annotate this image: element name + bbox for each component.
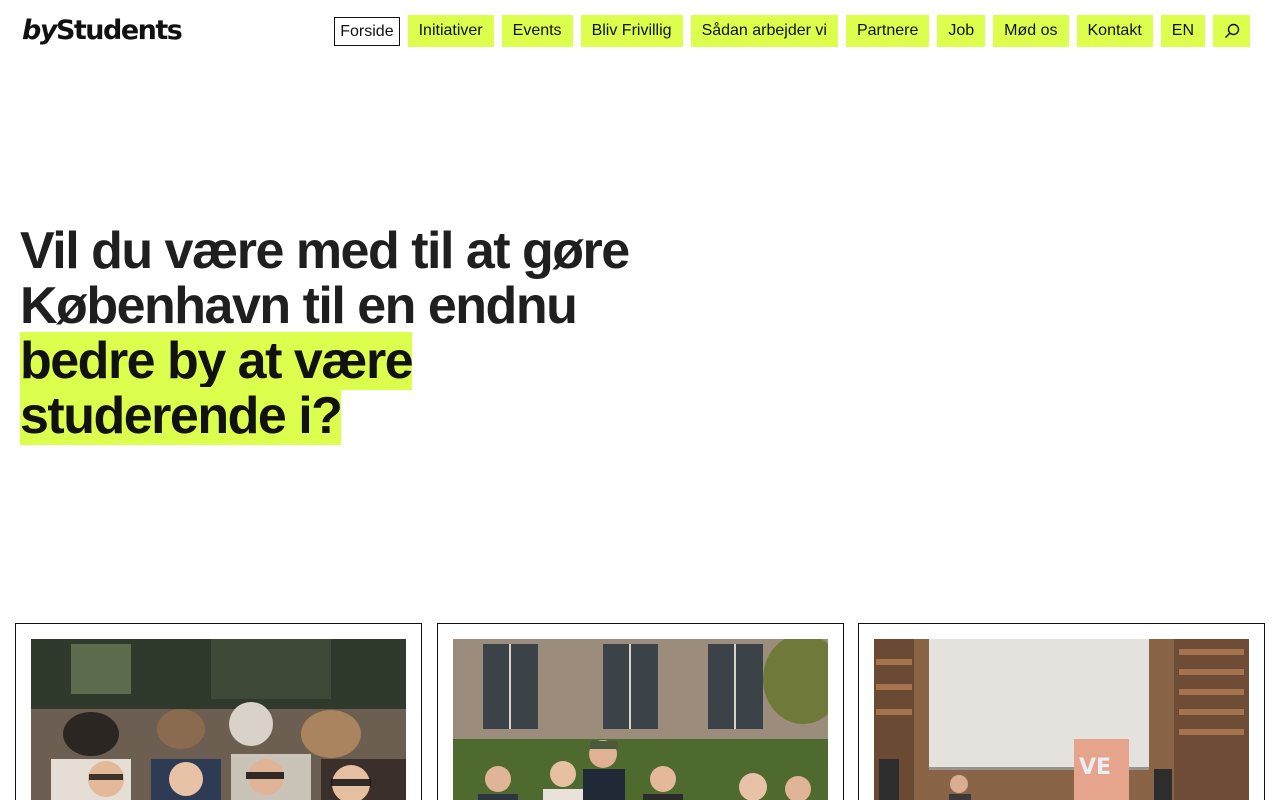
initiative-card[interactable] xyxy=(15,623,422,800)
language-switch-en[interactable]: EN xyxy=(1160,15,1205,47)
nav-item-forside[interactable]: Forside xyxy=(334,17,400,46)
card-image-crowd xyxy=(31,639,406,800)
logo-prefix: by xyxy=(22,15,57,46)
site-header: byStudents Forside Initiativer Events Bl… xyxy=(0,0,1280,62)
nav-item-mod-os[interactable]: Mød os xyxy=(993,15,1069,47)
search-icon xyxy=(1224,23,1239,38)
bystudents-logo[interactable]: byStudents xyxy=(22,14,183,48)
nav-item-job[interactable]: Job xyxy=(937,15,986,47)
hero-highlight-2: studerende i? xyxy=(20,387,343,445)
search-button[interactable] xyxy=(1213,15,1250,47)
card-image-library-hall: VE xyxy=(874,639,1249,800)
hero-line-1: Vil du være med til at gøre xyxy=(20,222,630,280)
hero-heading: Vil du være med til at gøre København ti… xyxy=(20,222,660,445)
svg-text:VE: VE xyxy=(1079,755,1111,780)
initiative-card[interactable]: VE xyxy=(858,623,1265,800)
initiative-cards: VE xyxy=(15,623,1265,800)
hero-highlight-1: bedre by at være xyxy=(20,332,414,390)
card-image-brick-building xyxy=(453,639,828,800)
nav-item-bliv-frivillig[interactable]: Bliv Frivillig xyxy=(580,15,683,47)
main-navigation: Forside Initiativer Events Bliv Frivilli… xyxy=(334,15,1250,47)
logo-name: Students xyxy=(55,15,183,46)
nav-item-partnere[interactable]: Partnere xyxy=(845,15,930,47)
nav-item-initiativer[interactable]: Initiativer xyxy=(407,15,494,47)
nav-item-events[interactable]: Events xyxy=(501,15,573,47)
nav-item-saadan-arbejder-vi[interactable]: Sådan arbejder vi xyxy=(690,15,838,47)
nav-item-kontakt[interactable]: Kontakt xyxy=(1076,15,1153,47)
initiative-card[interactable] xyxy=(437,623,844,800)
hero-line-2: København til en endnu xyxy=(20,277,578,335)
